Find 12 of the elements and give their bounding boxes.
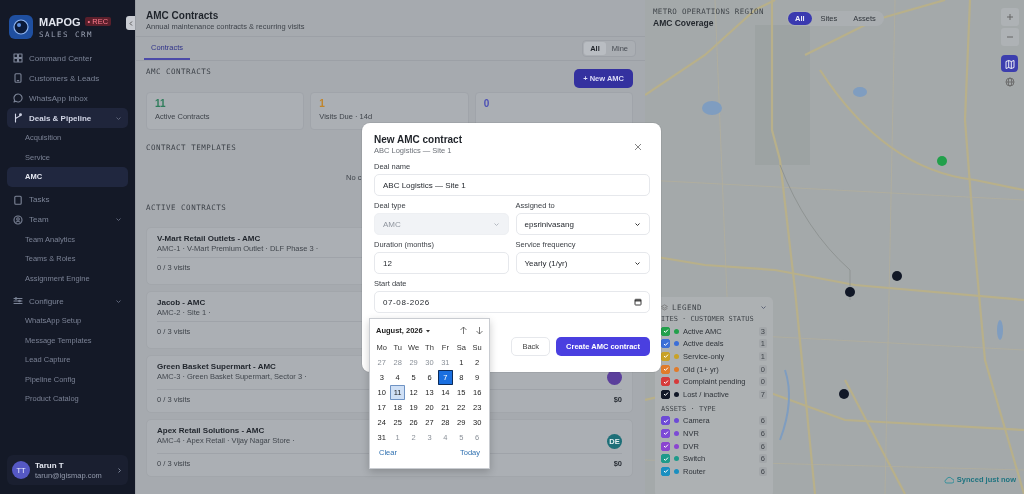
contract-title: Apex Retail Solutions - AMC [157,426,266,435]
user-name: Tarun T [35,460,65,470]
contract-title: Green Basket Supermart - AMC [157,362,277,371]
brand-name: MAPOG [39,15,81,28]
page-title: AMC Contracts [146,10,220,21]
stat-value: 0 [483,98,491,109]
map-title: AMC Coverage [653,18,715,28]
contract-title: Jacob - AMC [157,298,207,307]
stat-value: 11 [155,98,167,109]
stat-value: 1 [319,98,326,109]
dialog-title: New AMC contract [374,134,462,145]
contract-title: V-Mart Retail Outlets - AMC [157,234,262,243]
